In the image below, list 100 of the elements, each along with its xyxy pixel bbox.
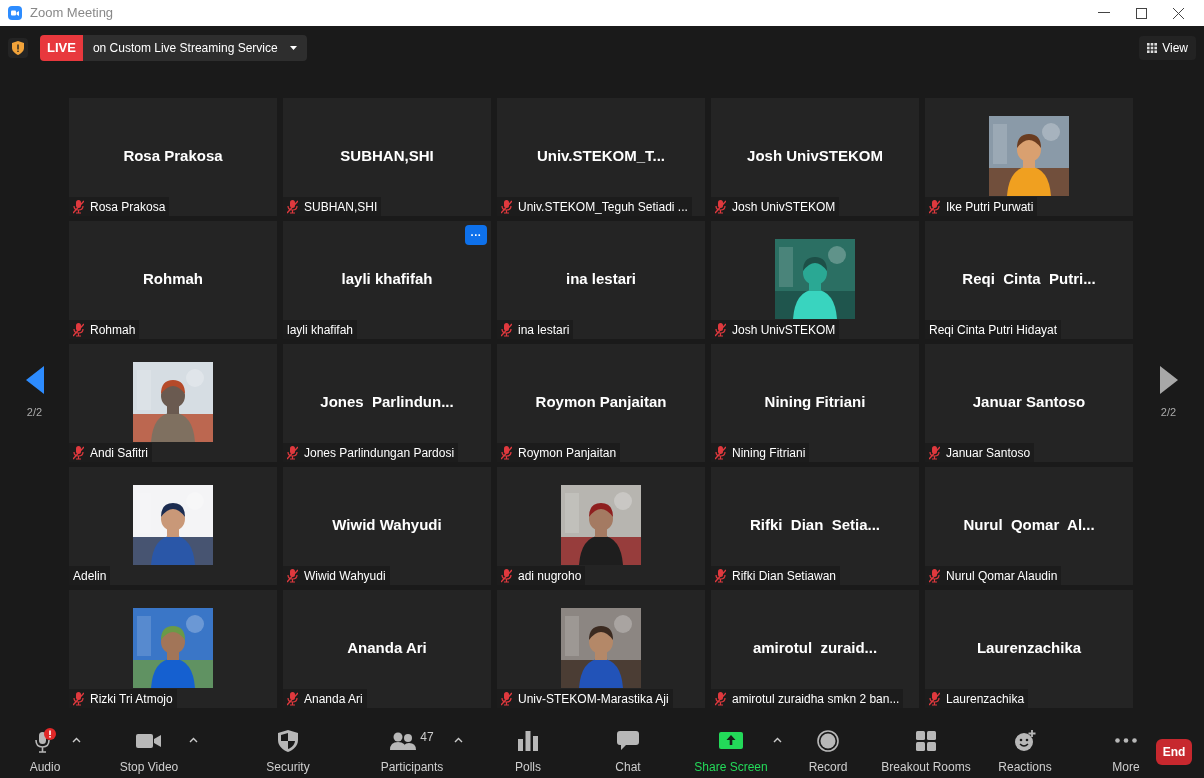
end-button[interactable]: End <box>1156 738 1192 765</box>
toolbar-button[interactable]: Chat <box>603 727 653 776</box>
next-page-icon[interactable] <box>1159 366 1178 395</box>
participant-name: Jones Parlindun... <box>320 391 454 412</box>
video-tile[interactable]: Januar Santoso Januar Santoso <box>925 344 1133 462</box>
toolbar-button[interactable]: Share Screen <box>691 727 771 776</box>
video-tile[interactable]: Jones Parlindun... Jones Parlindungan Pardosi <box>283 344 491 462</box>
participant-name: Rohmah <box>143 268 203 289</box>
more-options-button[interactable]: ··· <box>465 225 487 245</box>
video-tile[interactable]: Reqi Cinta Putri... Reqi Cinta Putri Hidayat <box>925 221 1133 339</box>
page-indicator: 2/2 <box>1160 405 1177 421</box>
grid-icon <box>1147 43 1158 53</box>
view-button[interactable]: View <box>1139 36 1196 60</box>
page-indicator: 2/2 <box>26 405 43 421</box>
video-tile[interactable]: Ike Putri Purwati <box>925 98 1133 216</box>
caret-icon[interactable] <box>72 736 81 743</box>
participant-label: Jones Parlindungan Pardosi <box>304 444 455 462</box>
video-tile[interactable]: SUBHAN,SHI SUBHAN,SHI <box>283 98 491 216</box>
security-shield-icon[interactable] <box>8 38 28 58</box>
window-title: Zoom Meeting <box>30 4 114 23</box>
participant-name: Nurul Qomar Al... <box>963 514 1095 535</box>
participant-name: layli khafifah <box>341 268 433 289</box>
video-camera-icon <box>136 731 162 750</box>
toolbar-button[interactable]: Polls <box>503 727 553 776</box>
video-tile[interactable]: Josh UnivSTEKOM <box>711 221 919 339</box>
participant-label: ina lestari <box>518 321 570 339</box>
speech-bubble-icon <box>617 730 639 751</box>
app-logo-icon <box>8 6 22 20</box>
video-tile[interactable]: Rosa Prakosa Rosa Prakosa <box>69 98 277 216</box>
live-badge: LIVE <box>40 35 83 61</box>
video-tile[interactable]: Adelin <box>69 467 277 585</box>
video-tile[interactable]: Wiwid Wahyudi Wiwid Wahyudi <box>283 467 491 585</box>
video-tile[interactable]: adi nugroho <box>497 467 705 585</box>
participant-name: Ananda Ari <box>347 637 427 658</box>
toolbar-button[interactable]: Breakout Rooms <box>878 727 974 776</box>
microphone-icon <box>32 727 58 754</box>
participant-label: Wiwid Wahyudi <box>304 567 386 585</box>
grid-icon <box>916 730 936 751</box>
smiley-icon <box>1014 729 1036 752</box>
participant-name: Laurenzachika <box>976 637 1082 658</box>
ellipsis-icon <box>1115 738 1137 743</box>
maximize-icon[interactable] <box>1136 7 1147 19</box>
close-icon[interactable] <box>1173 7 1184 19</box>
participant-label: Josh UnivSTEKOM <box>732 321 836 339</box>
participant-label: Rohmah <box>90 321 136 339</box>
minimize-icon[interactable] <box>1098 12 1110 14</box>
caret-icon[interactable] <box>189 736 198 743</box>
video-tile[interactable]: Ananda Ari Ananda Ari <box>283 590 491 708</box>
video-tile[interactable]: Nurul Qomar Al... Nurul Qomar Alaudin <box>925 467 1133 585</box>
participant-label: Januar Santoso <box>946 444 1031 462</box>
video-tile[interactable]: layli khafifah layli khafifah ··· <box>283 221 491 339</box>
video-tile[interactable]: amirotul zuraid... amirotul zuraidha smkn 2 ban... <box>711 590 919 708</box>
participant-name: Josh UnivSTEKOM <box>747 145 883 166</box>
toolbar-button[interactable]: Audio <box>20 727 70 776</box>
toolbar-button[interactable]: Security <box>258 727 318 776</box>
participant-label: Rifki Dian Setiawan <box>732 567 837 585</box>
dropdown-caret-icon <box>289 46 297 50</box>
participant-name: Nining Fitriani <box>764 391 866 412</box>
participant-label: Laurenzachika <box>946 690 1025 708</box>
participant-name: SUBHAN,SHI <box>340 145 434 166</box>
caret-icon[interactable] <box>773 736 782 743</box>
video-tile[interactable]: Laurenzachika Laurenzachika <box>925 590 1133 708</box>
participant-name: Januar Santoso <box>972 391 1086 412</box>
streaming-service-dropdown[interactable]: on Custom Live Streaming Service <box>82 35 307 61</box>
video-tile[interactable]: Univ.STEKOM_T... Univ.STEKOM_Teguh Setiadi ... <box>497 98 705 216</box>
participant-name: Wiwid Wahyudi <box>332 514 442 535</box>
video-tile[interactable]: Josh UnivSTEKOM Josh UnivSTEKOM <box>711 98 919 216</box>
record-icon <box>817 729 839 752</box>
shield-icon <box>278 729 298 752</box>
caret-icon[interactable] <box>454 736 463 743</box>
participant-label: Nining Fitriani <box>732 444 806 462</box>
video-tile[interactable]: Andi Safitri <box>69 344 277 462</box>
participant-label: adi nugroho <box>518 567 582 585</box>
share-screen-icon <box>719 732 743 749</box>
participant-label: Univ.STEKOM_Teguh Setiadi ... <box>518 198 688 216</box>
participant-label: Univ-STEKOM-Marastika Aji <box>518 690 669 708</box>
participant-name: ina lestari <box>565 268 636 289</box>
previous-page-icon[interactable] <box>25 366 44 395</box>
toolbar-button[interactable]: More <box>1096 727 1156 776</box>
participant-label: Reqi Cinta Putri Hidayat <box>929 321 1058 339</box>
toolbar-button[interactable]: Stop Video <box>111 727 187 776</box>
toolbar-button[interactable]: Reactions <box>990 727 1060 776</box>
participant-label: Roymon Panjaitan <box>518 444 617 462</box>
video-tile[interactable]: Rifki Dian Setia... Rifki Dian Setiawan <box>711 467 919 585</box>
participant-name: Rifki Dian Setia... <box>749 514 880 535</box>
video-tile[interactable]: Univ-STEKOM-Marastika Aji <box>497 590 705 708</box>
video-tile[interactable]: ina lestari ina lestari <box>497 221 705 339</box>
toolbar-button[interactable]: 47 Participants <box>372 727 452 776</box>
bar-chart-icon <box>518 730 538 751</box>
toolbar-button[interactable]: Record <box>800 727 856 776</box>
participant-label: Ike Putri Purwati <box>946 198 1034 216</box>
participant-label: Josh UnivSTEKOM <box>732 198 836 216</box>
video-tile[interactable]: Rohmah Rohmah <box>69 221 277 339</box>
participant-label: Andi Safitri <box>90 444 149 462</box>
video-tile[interactable]: Roymon Panjaitan Roymon Panjaitan <box>497 344 705 462</box>
video-tile[interactable]: Rizki Tri Atmojo <box>69 590 277 708</box>
participant-name: Rosa Prakosa <box>123 145 223 166</box>
participant-name: Univ.STEKOM_T... <box>536 145 666 166</box>
video-tile[interactable]: Nining Fitriani Nining Fitriani <box>711 344 919 462</box>
participant-name: amirotul zuraid... <box>752 637 878 658</box>
